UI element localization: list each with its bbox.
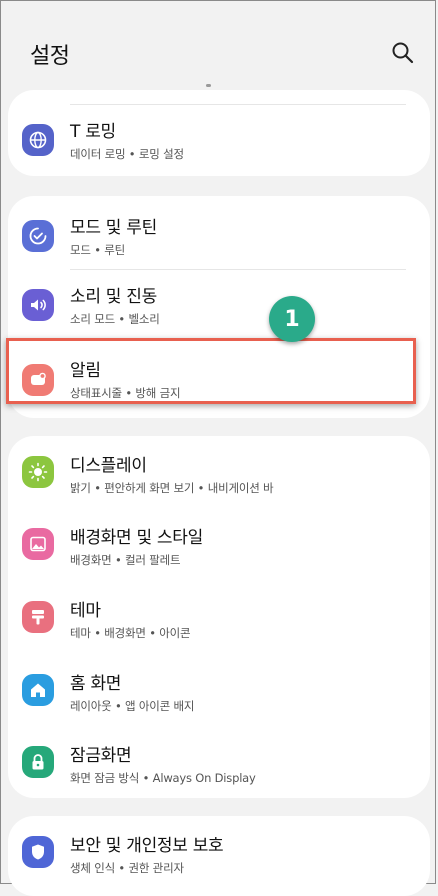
item-subtitle: 모드 • 루틴 bbox=[70, 243, 126, 257]
brightness-icon bbox=[22, 456, 54, 488]
search-icon[interactable] bbox=[390, 40, 416, 66]
settings-group-security: 보안 및 개인정보 보호 생체 인식 • 권한 관리자 bbox=[8, 816, 430, 896]
item-subtitle: 소리 모드 • 벨소리 bbox=[70, 312, 160, 326]
step-badge: 1 bbox=[269, 296, 315, 342]
settings-item-modes-routines[interactable]: 모드 및 루틴 모드 • 루틴 bbox=[8, 200, 430, 272]
item-label: 모드 및 루틴 bbox=[70, 218, 157, 238]
brush-icon bbox=[22, 601, 54, 633]
item-label: 보안 및 개인정보 보호 bbox=[70, 836, 224, 856]
item-label: 잠금화면 bbox=[70, 746, 132, 766]
settings-item-display[interactable]: 디스플레이 밝기 • 편안하게 화면 보기 • 내비게이션 바 bbox=[8, 436, 430, 508]
settings-group-display: 디스플레이 밝기 • 편안하게 화면 보기 • 내비게이션 바 배경화면 및 스… bbox=[8, 436, 430, 798]
item-label: 디스플레이 bbox=[70, 456, 147, 476]
item-subtitle: 생체 인식 • 권한 관리자 bbox=[70, 861, 184, 875]
page-title: 설정 bbox=[30, 44, 70, 69]
item-subtitle: 테마 • 배경화면 • 아이콘 bbox=[70, 626, 191, 640]
item-subtitle: 레이아웃 • 앱 아이콘 배지 bbox=[70, 699, 195, 713]
item-label: 배경화면 및 스타일 bbox=[70, 528, 203, 548]
check-circle-icon bbox=[22, 220, 54, 252]
image-icon bbox=[22, 528, 54, 560]
item-subtitle: 밝기 • 편안하게 화면 보기 • 내비게이션 바 bbox=[70, 481, 274, 495]
settings-item-security-privacy[interactable]: 보안 및 개인정보 보호 생체 인식 • 권한 관리자 bbox=[8, 816, 430, 888]
settings-item-sound-vibration[interactable]: 소리 및 진동 소리 모드 • 벨소리 bbox=[8, 269, 430, 341]
settings-group-roaming: T 로밍 데이터 로밍 • 로밍 설정 bbox=[8, 90, 430, 176]
item-subtitle: 화면 잠금 방식 • Always On Display bbox=[70, 771, 256, 785]
settings-item-home-screen[interactable]: 홈 화면 레이아웃 • 앱 아이콘 배지 bbox=[8, 654, 430, 726]
lock-icon bbox=[22, 746, 54, 778]
settings-item-themes[interactable]: 테마 테마 • 배경화면 • 아이콘 bbox=[8, 581, 430, 653]
item-label: 홈 화면 bbox=[70, 674, 122, 694]
shield-icon bbox=[22, 836, 54, 868]
item-label: 테마 bbox=[70, 601, 101, 621]
item-subtitle: 배경화면 • 컬러 팔레트 bbox=[70, 553, 181, 567]
settings-item-lock-screen[interactable]: 잠금화면 화면 잠금 방식 • Always On Display bbox=[8, 726, 430, 798]
home-icon bbox=[22, 674, 54, 706]
globe-icon bbox=[22, 124, 54, 156]
item-label: T 로밍 bbox=[70, 122, 116, 142]
speaker-icon bbox=[22, 289, 54, 321]
highlight-box bbox=[6, 338, 416, 404]
scroll-indicator bbox=[206, 84, 211, 87]
header: 설정 bbox=[0, 0, 438, 90]
item-subtitle: 데이터 로밍 • 로밍 설정 bbox=[70, 147, 184, 161]
settings-item-t-roaming[interactable]: T 로밍 데이터 로밍 • 로밍 설정 bbox=[8, 104, 430, 176]
settings-item-wallpaper-style[interactable]: 배경화면 및 스타일 배경화면 • 컬러 팔레트 bbox=[8, 508, 430, 580]
item-label: 소리 및 진동 bbox=[70, 287, 157, 307]
